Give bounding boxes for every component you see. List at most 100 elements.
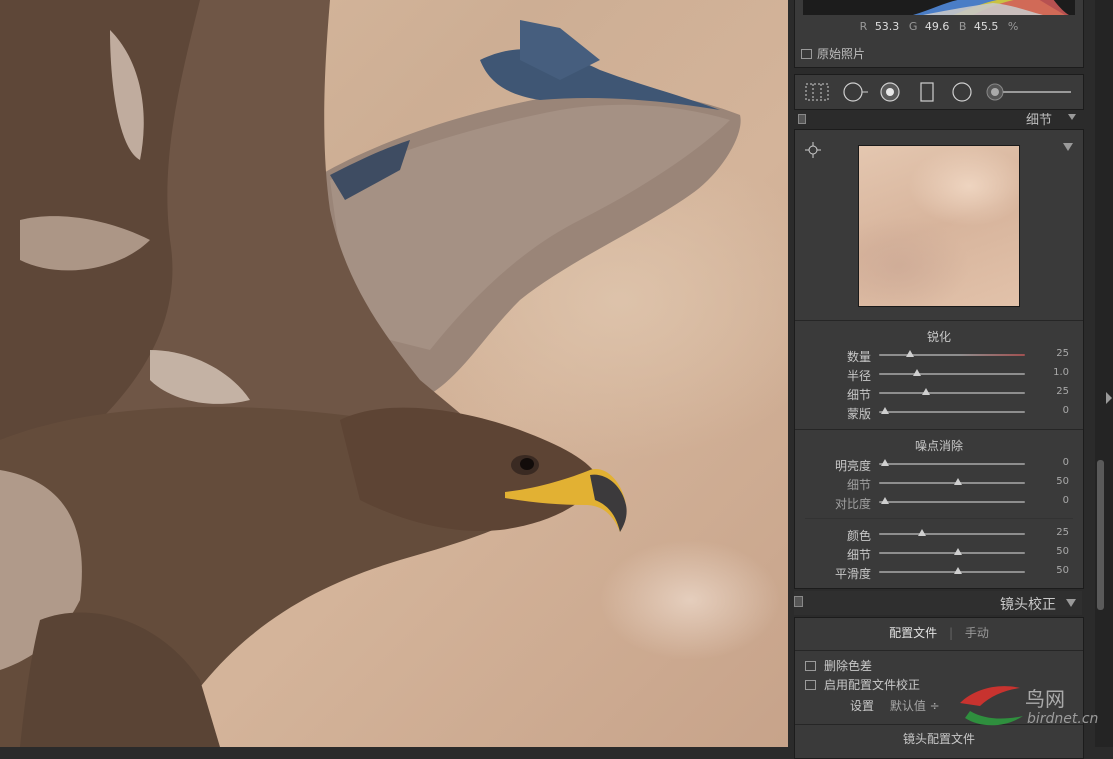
slider-row[interactable]: 平滑度 50 [795, 563, 1083, 582]
red-eye-icon[interactable] [879, 82, 901, 102]
slider-thumb[interactable] [881, 497, 889, 504]
tab-profile[interactable]: 配置文件 [889, 626, 937, 640]
slider-row[interactable]: 对比度 0 [795, 493, 1083, 512]
slider-value[interactable]: 25 [1056, 386, 1069, 397]
slider-thumb[interactable] [913, 369, 922, 376]
slider-value[interactable]: 1.0 [1053, 367, 1069, 378]
slider-track[interactable] [879, 350, 1025, 357]
slider-label: 细节 [846, 478, 871, 492]
slider-label: 对比度 [834, 497, 871, 511]
panel-scrollbar[interactable] [1095, 0, 1113, 747]
expand-panel-arrow-icon[interactable] [1106, 392, 1112, 404]
slider-track[interactable] [879, 459, 1025, 466]
panel-switch-icon[interactable] [798, 114, 806, 124]
photo-canvas[interactable] [0, 0, 788, 747]
target-adjust-icon[interactable] [805, 142, 821, 158]
slider-track[interactable] [879, 548, 1025, 555]
adjustment-brush-icon[interactable] [985, 82, 1005, 102]
watermark-en: birdnet.cn [1027, 711, 1099, 727]
slider-value[interactable]: 0 [1063, 495, 1069, 506]
slider-row[interactable]: 蒙版 0 [795, 403, 1083, 422]
enable-profile-option[interactable]: 启用配置文件校正 [805, 676, 920, 693]
slider-label: 半径 [846, 369, 871, 383]
setup-row: 设置 默认值 ÷ [850, 697, 940, 714]
slider-thumb[interactable] [921, 388, 930, 395]
detail-preview[interactable] [858, 145, 1020, 307]
graduated-filter-icon[interactable] [919, 82, 935, 102]
develop-right-panel: R 53.3 G 49.6 B 45.5 % 原始照片 细节 锐化 数量 25 … [788, 0, 1095, 759]
panel-switch-icon[interactable] [794, 596, 803, 607]
scroll-thumb[interactable] [1097, 460, 1104, 610]
sharpening-title: 锐化 [926, 330, 951, 344]
slider-thumb[interactable] [917, 529, 926, 536]
slider-thumb[interactable] [954, 567, 962, 574]
g-label: G [908, 20, 918, 33]
histogram-graph [803, 0, 1075, 15]
lens-tabs: 配置文件 | 手动 [795, 624, 1083, 641]
original-photo-label: 原始照片 [817, 47, 866, 61]
original-photo-toggle[interactable]: 原始照片 [801, 45, 865, 62]
crop-overlay-icon[interactable] [805, 82, 829, 102]
divider [795, 650, 1083, 651]
collapse-arrow-icon[interactable] [1068, 114, 1076, 120]
slider-row[interactable]: 颜色 25 [795, 525, 1083, 544]
preview-toggle-arrow-icon[interactable] [1063, 143, 1073, 151]
slider-row[interactable]: 细节 50 [795, 474, 1083, 493]
slider-thumb[interactable] [881, 407, 889, 414]
enable-profile-checkbox[interactable] [805, 679, 816, 690]
slider-label: 颜色 [846, 529, 871, 543]
lens-correction-header[interactable]: 镜头校正 [794, 591, 1082, 615]
lens-correction-title: 镜头校正 [1000, 597, 1056, 613]
slider-thumb[interactable] [905, 350, 914, 357]
slider-track[interactable] [879, 529, 1025, 536]
slider-value[interactable]: 50 [1056, 476, 1069, 487]
collapse-arrow-icon[interactable] [1066, 599, 1076, 607]
setup-select[interactable]: 默认值 ÷ [890, 699, 940, 713]
tool-slider[interactable] [1003, 91, 1071, 93]
noise-reduction-title: 噪点消除 [914, 439, 963, 453]
detail-panel-title: 细节 [1025, 113, 1052, 128]
histogram-panel: R 53.3 G 49.6 B 45.5 % 原始照片 [794, 0, 1084, 68]
slider-value[interactable]: 25 [1056, 348, 1069, 359]
slider-track[interactable] [879, 497, 1025, 504]
percent-unit: % [1007, 20, 1019, 33]
slider-track[interactable] [879, 388, 1025, 395]
slider-value[interactable]: 0 [1063, 405, 1069, 416]
slider-label: 数量 [846, 350, 871, 364]
divider [805, 518, 1073, 519]
remove-ca-option[interactable]: 删除色差 [805, 657, 872, 674]
slider-row[interactable]: 明亮度 0 [795, 455, 1083, 474]
tab-divider: | [948, 626, 954, 640]
watermark: 鸟网 birdnet.cn [955, 678, 1113, 738]
watermark-cn: 鸟网 [1025, 687, 1065, 711]
spot-removal-icon[interactable] [842, 82, 870, 102]
slider-row[interactable]: 半径 1.0 [795, 365, 1083, 384]
rgb-readout: R 53.3 G 49.6 B 45.5 % [795, 20, 1083, 33]
bird-logo-icon [960, 686, 1023, 726]
slider-row[interactable]: 细节 50 [795, 544, 1083, 563]
slider-value[interactable]: 50 [1056, 565, 1069, 576]
slider-track[interactable] [879, 369, 1025, 376]
slider-label: 细节 [846, 548, 871, 562]
slider-track[interactable] [879, 567, 1025, 574]
enable-profile-label: 启用配置文件校正 [824, 678, 921, 692]
slider-thumb[interactable] [881, 459, 889, 466]
setup-label: 设置 [850, 699, 875, 713]
slider-row[interactable]: 数量 25 [795, 346, 1083, 365]
slider-value[interactable]: 0 [1063, 457, 1069, 468]
slider-thumb[interactable] [954, 548, 962, 555]
remove-ca-checkbox[interactable] [805, 660, 816, 671]
slider-value[interactable]: 25 [1056, 527, 1069, 538]
slider-track[interactable] [879, 407, 1025, 414]
slider-thumb[interactable] [954, 478, 962, 485]
slider-value[interactable]: 50 [1056, 546, 1069, 557]
slider-label: 平滑度 [834, 567, 871, 581]
remove-ca-label: 删除色差 [824, 659, 873, 673]
original-photo-checkbox[interactable] [801, 48, 812, 59]
slider-row[interactable]: 细节 25 [795, 384, 1083, 403]
detail-panel-header[interactable]: 细节 [794, 108, 1082, 128]
radial-filter-icon[interactable] [951, 82, 973, 102]
slider-track[interactable] [879, 478, 1025, 485]
tab-manual[interactable]: 手动 [965, 626, 989, 640]
divider [795, 429, 1083, 430]
